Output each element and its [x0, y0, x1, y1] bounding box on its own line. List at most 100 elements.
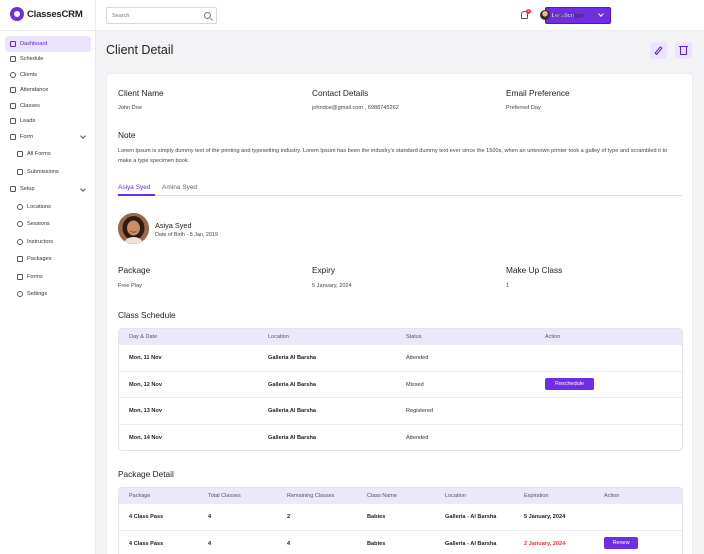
child-photo-icon	[118, 213, 149, 244]
sessions-icon	[17, 221, 23, 228]
sidebar-item-label: Clients	[20, 71, 38, 78]
delete-button[interactable]	[675, 42, 692, 59]
package-detail-table: Package Total Classes Remaining Classes …	[118, 487, 683, 554]
renew-button[interactable]: Renew	[604, 537, 638, 549]
user-icon	[10, 71, 16, 78]
class-name: Babies	[367, 514, 386, 520]
package-location: Galleria - Al Barsha	[445, 540, 497, 547]
expiration-date: 2 January, 2024	[524, 540, 566, 547]
column-header: Total Classes	[208, 492, 241, 499]
sidebar-item-leads[interactable]: Leads	[5, 114, 91, 130]
sidebar: ClassesCRM Dashboard Schedule Clients At…	[0, 0, 96, 554]
column-header: Action	[604, 492, 620, 499]
sidebar-item-label: Locations	[27, 203, 51, 210]
contact-details-value: johndoe@gmail.com , 6988745262	[312, 105, 399, 111]
schedule-location: Galleria Al Barsha	[268, 408, 316, 414]
divider	[0, 30, 96, 31]
sidebar-item-classes[interactable]: Classes	[5, 98, 91, 114]
note-label: Note	[118, 130, 136, 140]
setup-icon	[10, 186, 16, 193]
search-box	[106, 7, 217, 24]
table-row: Mon, 13 Nov Galleria Al Barsha Registere…	[119, 397, 682, 424]
schedule-status: Registered	[406, 408, 434, 414]
user-name[interactable]: Diane Fragge	[554, 13, 584, 19]
child-dob: Date of Birth - 5 Jan, 2019	[155, 232, 218, 238]
schedule-location: Galleria Al Barsha	[268, 355, 316, 361]
sidebar-item-submissions[interactable]: Submissions	[5, 164, 91, 180]
expiry-label: Expiry	[312, 265, 336, 275]
expiration-date: 5 January, 2024	[524, 514, 566, 520]
remaining-classes: 4	[287, 540, 291, 547]
sidebar-item-sessions[interactable]: Sessions	[5, 217, 91, 233]
schedule-status: Missed	[406, 381, 424, 388]
sidebar-item-setup[interactable]: Setup	[5, 182, 91, 198]
sidebar-item-label: Attendance	[20, 87, 49, 94]
schedule-status: Attended	[406, 355, 429, 361]
make-up-class-label: Make Up Class	[506, 265, 563, 275]
search-icon[interactable]	[204, 11, 211, 19]
column-header: Class Name	[367, 492, 397, 499]
sidebar-item-label: Form	[20, 133, 34, 140]
gear-icon	[17, 291, 23, 298]
package-location: Galleria - Al Barsha	[445, 514, 497, 520]
brand-name: ClassesCRM	[27, 8, 83, 20]
edit-button[interactable]	[650, 42, 667, 59]
tabs-divider	[118, 195, 682, 196]
sidebar-item-forms[interactable]: Forms	[5, 269, 91, 285]
email-preference-value: Preferred Day	[506, 105, 541, 111]
reschedule-button[interactable]: Reschedule	[545, 378, 594, 390]
sidebar-item-clients[interactable]: Clients	[5, 67, 91, 83]
column-header: Status	[406, 333, 422, 340]
sidebar-item-form[interactable]: Form	[5, 129, 91, 145]
sidebar-item-label: Packages	[27, 256, 52, 263]
instructor-icon	[17, 238, 23, 245]
forms-icon	[17, 273, 23, 280]
email-preference-label: Email Preference	[506, 88, 570, 98]
sidebar-item-label: Sessions	[27, 221, 50, 228]
sidebar-item-schedule[interactable]: Schedule	[5, 52, 91, 68]
client-name-value: John Doe	[118, 105, 142, 111]
schedule-status: Attended	[406, 434, 429, 441]
package-name: 4 Class Pass	[129, 514, 164, 520]
sidebar-item-instructors[interactable]: Instructors	[5, 234, 91, 250]
schedule-date: Mon, 11 Nov	[129, 355, 162, 361]
schedule-location: Galleria Al Barsha	[268, 381, 316, 388]
note-text: Lorem Ipsum is simply dummy text of the …	[118, 148, 668, 164]
page-title: Client Detail	[106, 43, 174, 57]
class-name: Babies	[367, 540, 386, 547]
schedule-date: Mon, 14 Nov	[129, 434, 162, 441]
table-row: 4 Class Pass 4 2 Babies Galleria - Al Ba…	[119, 503, 682, 530]
tab-asiya-syed[interactable]: Asiya Syed	[118, 184, 151, 191]
schedule-location: Galleria Al Barsha	[268, 434, 316, 441]
sidebar-item-label: All Forms	[27, 151, 51, 158]
brand-logo[interactable]: ClassesCRM	[10, 7, 83, 21]
child-name: Asiya Syed	[155, 221, 192, 230]
sidebar-item-settings[interactable]: Settings	[5, 287, 91, 303]
calendar-icon	[10, 56, 16, 63]
class-schedule-title: Class Schedule	[118, 310, 176, 320]
active-tab-indicator	[118, 194, 155, 196]
sidebar-item-all-forms[interactable]: All Forms	[5, 147, 91, 163]
total-classes: 4	[208, 514, 212, 520]
trash-icon	[679, 45, 688, 55]
sidebar-item-packages[interactable]: Packages	[5, 252, 91, 268]
sidebar-item-locations[interactable]: Locations	[5, 199, 91, 215]
sidebar-item-label: Submissions	[27, 168, 59, 175]
search-input[interactable]	[107, 8, 197, 23]
sidebar-item-label: Forms	[27, 273, 43, 280]
avatar[interactable]	[540, 10, 550, 20]
package-value: Free Play	[118, 283, 142, 289]
tab-amina-syed[interactable]: Amina Syed	[162, 184, 197, 191]
total-classes: 4	[208, 540, 212, 547]
location-icon	[17, 203, 23, 210]
column-header: Package	[129, 492, 151, 499]
sidebar-item-dashboard[interactable]: Dashboard	[5, 36, 91, 52]
sidebar-item-attendance[interactable]: Attendance	[5, 83, 91, 99]
topbar: Location	[96, 0, 704, 31]
child-avatar	[118, 213, 149, 244]
table-row: Mon, 11 Nov Galleria Al Barsha Attended	[119, 344, 682, 371]
expiry-value: 5 January, 2024	[312, 283, 352, 289]
package-label: Package	[118, 265, 151, 275]
client-detail-card: Client Name John Doe Contact Details joh…	[106, 73, 693, 554]
chevron-down-icon	[598, 11, 604, 17]
